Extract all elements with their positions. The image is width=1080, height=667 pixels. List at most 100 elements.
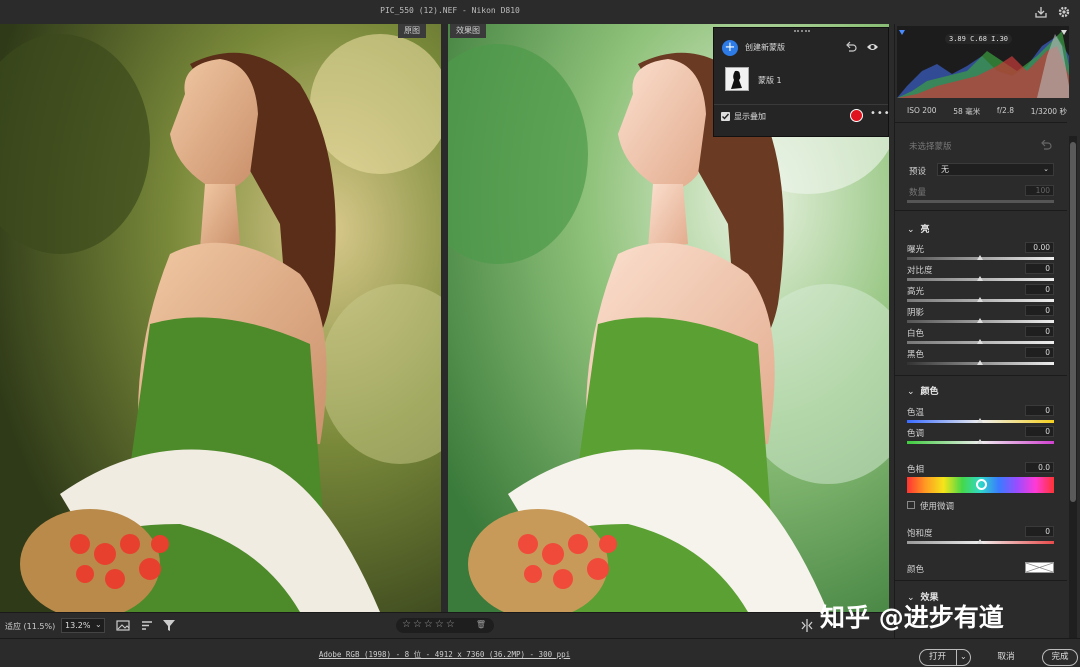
image-view-icon[interactable] [116,619,130,632]
status-bar: Adobe RGB (1998) - 8 位 - 4912 x 7360 (36… [0,638,1080,667]
tint-slider[interactable] [907,439,1054,444]
right-panel: 3.89 C.68 I.30 ISO 200 58 毫米 f/2.8 1/320… [894,24,1080,638]
overlay-color-swatch[interactable] [850,109,863,122]
divider [895,375,1067,376]
hue-label: 色相 [907,465,925,475]
amount-value[interactable]: 100 [1025,185,1054,196]
eye-icon[interactable] [866,41,879,53]
workflow-options-link[interactable]: Adobe RGB (1998) - 8 位 - 4912 x 7360 (36… [0,649,889,660]
zoom-value: 13.2% [65,621,91,630]
trash-icon[interactable]: 🗑 [476,618,488,632]
button-separator [956,650,957,665]
divider [895,580,1067,581]
slider-knob[interactable] [977,297,983,302]
cancel-button[interactable]: 取消 [986,649,1026,666]
preset-dropdown[interactable]: 无 ⌄ [937,163,1054,176]
shadows-value[interactable]: 0 [1025,305,1054,316]
save-icon[interactable] [1034,5,1048,19]
blacks-slider[interactable] [907,360,1054,365]
slider-knob[interactable] [977,360,983,365]
compare-divider[interactable] [441,24,448,612]
more-options-icon[interactable]: ••• [870,108,891,119]
mask-name[interactable]: 蒙版 1 [758,75,782,86]
slider-knob[interactable] [977,539,983,544]
hue-handle[interactable] [976,479,987,490]
hue-value[interactable]: 0.0 [1025,462,1054,473]
highlights-value[interactable]: 0 [1025,284,1054,295]
filter-icon[interactable] [162,619,176,632]
panel-divider [714,104,888,105]
slider-knob[interactable] [977,339,983,344]
chevron-down-icon: ⌄ [1043,165,1049,173]
saturation-value[interactable]: 0 [1025,526,1054,537]
light-title: 亮 [920,225,930,235]
slider-knob[interactable] [977,255,983,260]
window-title: PIC_550 (12).NEF - Nikon D810 [380,6,520,15]
aperture-value: f/2.8 [996,106,1014,115]
whites-slider[interactable] [907,339,1054,344]
reset-icon[interactable] [1040,140,1052,150]
whites-value[interactable]: 0 [1025,326,1054,337]
shutter-speed: 1/3200 秒 [1030,107,1067,116]
watermark: 知乎 @进步有道 [820,603,1004,632]
show-overlay-checkbox[interactable] [721,112,730,121]
undo-icon[interactable] [845,41,857,53]
rating-stars[interactable]: ☆☆☆☆☆ [402,619,457,630]
fit-zoom-option[interactable]: 适应 (11.5%) [5,621,55,632]
exposure-value[interactable]: 0.00 [1025,242,1054,253]
color-swatch[interactable] [1025,562,1054,573]
contrast-slider[interactable] [907,276,1054,281]
right-panel-scrollbar[interactable] [1069,136,1077,638]
star-rating[interactable]: ☆☆☆☆☆ 🗑 [396,618,494,633]
slider-knob[interactable] [977,439,983,444]
create-mask-label[interactable]: 创建新蒙版 [745,42,785,53]
scrollbar-thumb[interactable] [1070,142,1076,502]
highlights-slider[interactable] [907,297,1054,302]
amount-slider[interactable] [907,200,1054,203]
show-overlay-label: 显示叠加 [734,112,766,121]
focal-length: 58 毫米 [953,107,981,116]
chevron-down-icon: ⌄ [907,225,915,235]
slider-knob[interactable] [977,418,983,423]
exposure-label: 曝光 [907,245,925,255]
bottom-toolbar: 适应 (11.5%) 13.2% ⌄ ☆☆☆☆☆ 🗑 [0,612,889,638]
exposure-slider[interactable] [907,255,1054,260]
slider-knob[interactable] [977,318,983,323]
no-mask-label: 未选择蒙版 [909,142,952,152]
temperature-slider[interactable] [907,418,1054,423]
compare-view-icon[interactable] [800,619,814,632]
sort-icon[interactable] [140,619,154,632]
shadows-label: 阴影 [907,308,925,318]
chevron-down-icon[interactable]: ⌄ [95,620,102,629]
iso-value: ISO 200 [907,106,937,115]
chevron-down-icon[interactable]: ⌄ [960,652,967,661]
saturation-slider[interactable] [907,539,1054,544]
divider [895,122,1067,123]
color-section-header[interactable]: ⌄ 颜色 [907,384,939,397]
hue-bar[interactable] [907,477,1054,493]
fine-adjust-checkbox[interactable] [907,501,915,509]
done-button[interactable]: 完成 [1042,649,1078,666]
contrast-value[interactable]: 0 [1025,263,1054,274]
preset-value: 无 [941,165,949,174]
tint-value[interactable]: 0 [1025,426,1054,437]
contrast-label: 对比度 [907,266,933,276]
blacks-label: 黑色 [907,350,925,360]
gear-icon[interactable] [1057,5,1071,19]
open-button-label: 打开 [929,652,947,662]
light-section-header[interactable]: ⌄ 亮 [907,222,930,235]
slider-knob[interactable] [977,276,983,281]
blacks-value[interactable]: 0 [1025,347,1054,358]
shadow-clip-icon[interactable] [899,30,905,35]
shadows-slider[interactable] [907,318,1054,323]
saturation-label: 饱和度 [907,529,933,539]
mask-thumbnail[interactable] [725,67,749,91]
exif-info: ISO 200 58 毫米 f/2.8 1/3200 秒 [907,106,1067,117]
highlights-label: 高光 [907,287,925,297]
create-mask-button[interactable]: + [722,40,738,56]
temperature-value[interactable]: 0 [1025,405,1054,416]
histogram: 3.89 C.68 I.30 [897,26,1069,98]
amount-label: 数量 [909,188,927,198]
mask-panel: + 创建新蒙版 蒙版 1 显示叠加 ••• [713,27,891,137]
panel-drag-handle[interactable] [794,30,810,33]
